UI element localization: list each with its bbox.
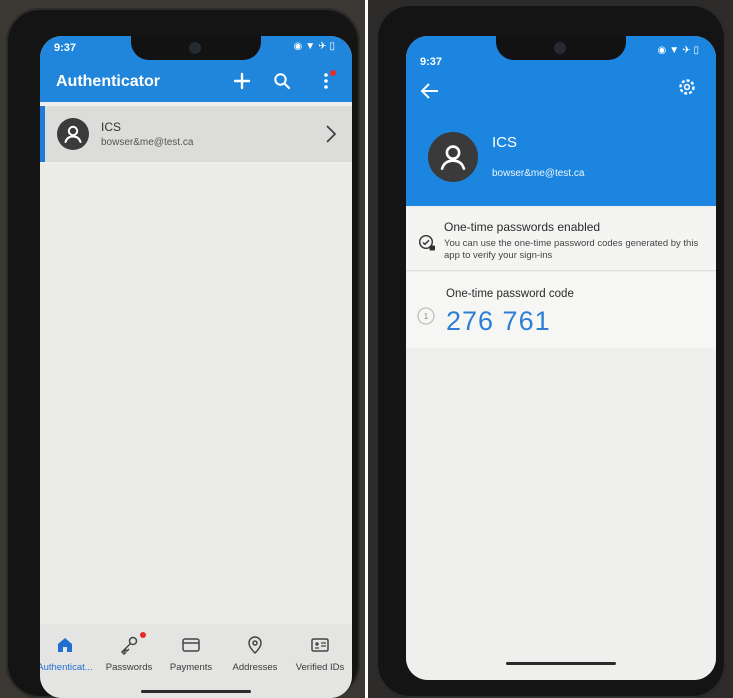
person-icon (64, 125, 82, 143)
signal-icon: ◉ (293, 41, 306, 52)
status-time: 9:37 (54, 42, 77, 54)
authenticator-home-screen: 9:37 ◉▼✈▯ Authenticator ICS bowser&me@te… (40, 36, 352, 698)
status-icons: ◉▼✈▯ (293, 41, 338, 52)
wifi-icon: ▼ (305, 41, 319, 52)
menu-notification-dot (330, 70, 336, 76)
account-email: bowser&me@test.ca (492, 168, 585, 179)
nav-label-passwords: Passwords (105, 662, 153, 673)
badge-lock-icon (418, 234, 435, 251)
countdown-timer-icon: 1 (417, 307, 435, 325)
account-list-item[interactable]: ICS bowser&me@test.ca (40, 106, 352, 162)
gear-icon[interactable] (676, 76, 698, 98)
wifi-icon: ▼ (669, 45, 683, 56)
account-header: 9:37 ◉▼✈▯ ICS bowser&me@test.ca (406, 36, 716, 206)
search-icon (274, 73, 291, 90)
account-name: ICS (101, 120, 122, 134)
account-list-empty-area (40, 164, 352, 624)
add-account-button[interactable] (230, 69, 254, 93)
nav-label-addresses: Addresses (232, 662, 278, 673)
nav-addresses[interactable]: Addresses (222, 632, 288, 684)
nav-authenticator[interactable]: Authenticat... (40, 632, 98, 684)
account-name: ICS (492, 134, 518, 151)
home-icon (58, 638, 72, 652)
otp-status-description: You can use the one-time password codes … (444, 238, 699, 261)
add-icon (233, 72, 251, 90)
back-arrow-icon[interactable] (418, 80, 442, 102)
nav-label-verified-ids: Verified IDs (295, 662, 345, 673)
id-card-icon (311, 638, 329, 652)
avatar (428, 132, 478, 182)
passwords-notification-dot (140, 632, 146, 638)
nav-label-authenticator: Authenticat... (40, 662, 93, 673)
more-options-button[interactable] (314, 69, 338, 93)
bottom-navigation: Authenticat... Passwords Payments Addres… (40, 624, 352, 698)
phone-frame-left: 9:37 ◉▼✈▯ Authenticator ICS bowser&me@te… (6, 8, 360, 698)
chevron-right-icon (326, 125, 337, 143)
nav-verified-ids[interactable]: Verified IDs (287, 632, 352, 684)
airplane-icon: ✈ (318, 41, 330, 52)
left-phone-photo: 9:37 ◉▼✈▯ Authenticator ICS bowser&me@te… (0, 0, 365, 698)
home-indicator[interactable] (141, 690, 251, 693)
otp-code-panel[interactable]: 1 One-time password code 276 761 (406, 272, 716, 348)
page-title: Authenticator (56, 73, 160, 90)
airplane-icon: ✈ (682, 45, 694, 56)
otp-status-panel: One-time passwords enabled You can use t… (406, 208, 716, 271)
phone-notch (496, 36, 626, 60)
otp-code-label: One-time password code (446, 288, 574, 300)
nav-passwords[interactable]: Passwords (96, 632, 162, 684)
person-icon (440, 145, 466, 170)
otp-status-title: One-time passwords enabled (444, 220, 601, 234)
app-bar: 9:37 ◉▼✈▯ Authenticator (40, 36, 352, 102)
countdown-timer-value: 1 (424, 312, 429, 321)
otp-code-value[interactable]: 276 761 (446, 306, 551, 337)
avatar (57, 118, 89, 150)
phone-notch (131, 36, 261, 60)
phone-frame-right: 9:37 ◉▼✈▯ ICS bowser&me@test.ca One-time… (376, 4, 726, 698)
front-camera-icon (554, 42, 566, 54)
battery-icon: ▯ (693, 45, 702, 56)
right-phone-photo: 9:37 ◉▼✈▯ ICS bowser&me@test.ca One-time… (368, 0, 733, 698)
search-button[interactable] (270, 69, 294, 93)
nav-label-payments: Payments (169, 662, 213, 673)
more-vertical-icon (324, 73, 328, 89)
signal-icon: ◉ (657, 45, 670, 56)
battery-icon: ▯ (329, 41, 338, 52)
key-icon (120, 636, 138, 656)
home-indicator[interactable] (506, 662, 616, 665)
location-pin-icon (248, 636, 262, 655)
account-detail-screen: 9:37 ◉▼✈▯ ICS bowser&me@test.ca One-time… (406, 36, 716, 680)
status-time: 9:37 (420, 56, 443, 68)
credit-card-icon (182, 638, 200, 652)
detail-empty-area (406, 350, 716, 680)
status-icons: ◉▼✈▯ (657, 45, 702, 56)
account-email: bowser&me@test.ca (101, 137, 194, 148)
front-camera-icon (189, 42, 201, 54)
nav-payments[interactable]: Payments (158, 632, 224, 684)
